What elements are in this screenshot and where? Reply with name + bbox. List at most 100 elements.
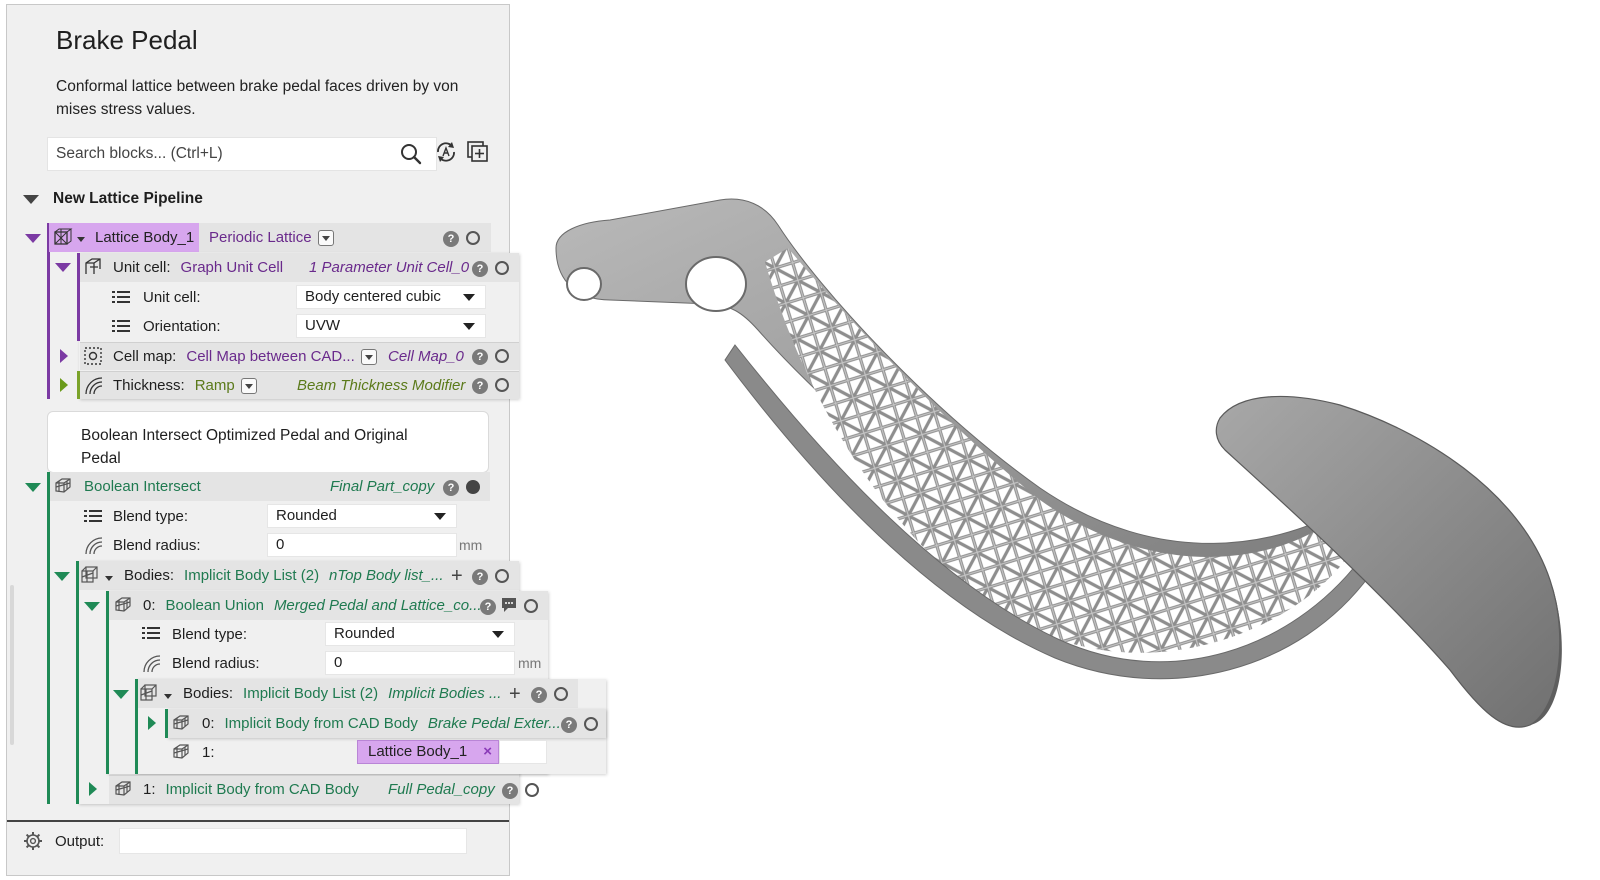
inner-item0-row[interactable]: 0: Implicit Body from CAD Body Brake Ped…	[202, 709, 561, 738]
visibility-toggle-icon[interactable]	[466, 231, 480, 245]
ramp-icon	[143, 655, 161, 673]
boolean-collapse-icon[interactable]	[25, 483, 41, 492]
boolean-intersect-row[interactable]: Boolean Intersect	[84, 472, 201, 501]
block-editor-panel: Brake Pedal Conformal lattice between br…	[6, 4, 606, 876]
help-icon[interactable]: ?	[480, 599, 496, 615]
collapse-caret-icon[interactable]	[23, 194, 39, 204]
pushrod-hole	[685, 256, 747, 312]
ramp-icon	[85, 377, 103, 395]
union-blend-radius-input[interactable]: 0	[325, 651, 515, 675]
boolean-union-row[interactable]: 0: Boolean Union Merged Pedal and Lattic…	[143, 591, 482, 620]
inner-bodies-row[interactable]: Bodies: Implicit Body List (2) Implicit …	[183, 679, 501, 708]
pivot-hole	[566, 267, 602, 301]
output-input[interactable]	[119, 828, 467, 854]
blend-type-label: Blend type:	[113, 508, 189, 525]
help-icon[interactable]: ?	[472, 378, 488, 394]
pipeline-header[interactable]: New Lattice Pipeline	[23, 187, 203, 211]
unit-cell-collapse-icon[interactable]	[55, 263, 71, 272]
body-list-icon	[81, 566, 98, 583]
cell-map-expand-icon[interactable]	[60, 349, 68, 363]
help-icon[interactable]: ?	[472, 349, 488, 365]
lattice-collapse-icon[interactable]	[25, 234, 41, 243]
unit-cell-select[interactable]: Body centered cubic	[296, 285, 486, 309]
list-icon	[112, 320, 130, 332]
lattice-block-header[interactable]: Lattice Body_1	[95, 223, 194, 252]
chevron-down-icon	[463, 323, 475, 330]
item0-expand-icon[interactable]	[148, 716, 156, 730]
visibility-toggle-icon[interactable]	[495, 378, 509, 392]
union-blend-type-select[interactable]: Rounded	[325, 622, 515, 646]
add-icon[interactable]: +	[451, 566, 463, 586]
cad-body-icon	[173, 715, 189, 730]
output-row: Output:	[7, 820, 509, 860]
lattice-type-dropdown-icon[interactable]	[77, 237, 85, 242]
orientation-select[interactable]: UVW	[296, 314, 486, 338]
remove-icon[interactable]: ×	[483, 741, 492, 763]
thickness-row[interactable]: Thickness: Ramp	[113, 371, 257, 400]
blend-radius-input[interactable]: 0	[267, 533, 457, 557]
thickness-expand-icon[interactable]	[60, 378, 68, 392]
blend-radius-label: Blend radius:	[113, 537, 201, 554]
note-card[interactable]: Boolean Intersect Optimized Pedal and Or…	[47, 411, 489, 473]
cad-body-icon	[173, 744, 189, 759]
help-icon[interactable]: ?	[443, 231, 459, 247]
comment-icon[interactable]	[500, 596, 518, 614]
bodies-collapse-icon[interactable]	[54, 572, 70, 581]
bodies-ref: nTop Body list_...	[329, 567, 444, 584]
3d-viewport[interactable]	[520, 0, 1600, 880]
auto-update-icon[interactable]	[433, 139, 459, 165]
add-icon[interactable]: +	[509, 684, 521, 704]
help-icon[interactable]: ?	[502, 783, 518, 799]
boolean-union-icon	[115, 597, 131, 612]
inner-bodies-type: Implicit Body List (2)	[243, 685, 379, 702]
list-icon	[112, 291, 130, 303]
thickness-type-select[interactable]	[240, 377, 257, 394]
cell-map-type: Cell Map between CAD...	[186, 348, 355, 365]
inner-item0-index: 0:	[202, 715, 215, 732]
outer-item1-row[interactable]: 1: Implicit Body from CAD Body	[143, 775, 359, 804]
inner-bodies-label: Bodies:	[183, 685, 234, 702]
pipeline-label: New Lattice Pipeline	[53, 190, 203, 207]
panel-scrollbar[interactable]	[10, 585, 14, 745]
page-title: Brake Pedal	[56, 25, 198, 55]
boolean-block-bar	[47, 472, 50, 804]
body-list-icon	[140, 684, 157, 701]
help-icon[interactable]: ?	[443, 480, 459, 496]
item1-expand-icon[interactable]	[89, 782, 97, 796]
search-input[interactable]	[48, 138, 388, 170]
lattice-body-reference-chip[interactable]: Lattice Body_1 ×	[357, 740, 499, 764]
cell-map-type-select[interactable]	[360, 348, 377, 365]
visibility-toggle-icon[interactable]	[495, 569, 509, 583]
unit-cell-icon	[85, 258, 101, 274]
visibility-toggle-icon[interactable]	[495, 349, 509, 363]
cell-map-label: Cell map:	[113, 348, 177, 365]
help-icon[interactable]: ?	[472, 569, 488, 585]
inner-bodies-collapse-icon[interactable]	[113, 690, 129, 699]
cell-map-ref: Cell Map_0	[388, 348, 464, 365]
list-icon	[142, 627, 160, 639]
help-icon[interactable]: ?	[472, 261, 488, 277]
bodies-label: Bodies:	[124, 567, 175, 584]
notebook-description: Conformal lattice between brake pedal fa…	[56, 78, 459, 118]
search-icon[interactable]	[398, 141, 424, 167]
inner-item0-name: Implicit Body from CAD Body	[224, 715, 418, 732]
chevron-down-icon	[492, 631, 504, 638]
unit-cell-row[interactable]: Unit cell: Graph Unit Cell	[113, 253, 283, 282]
blend-type-select[interactable]: Rounded	[267, 504, 457, 528]
bodies-row[interactable]: Bodies: Implicit Body List (2)	[124, 561, 319, 590]
cell-map-row[interactable]: Cell map: Cell Map between CAD...	[113, 342, 377, 371]
visibility-toggle-icon[interactable]	[495, 261, 509, 275]
output-gear-icon	[24, 832, 42, 850]
add-block-icon[interactable]	[465, 139, 491, 165]
unit-cell-ref: 1 Parameter Unit Cell_0	[309, 259, 470, 276]
output-label: Output:	[55, 833, 105, 850]
bodies-type-dropdown-icon[interactable]	[105, 576, 113, 581]
note-text: Boolean Intersect Optimized Pedal and Or…	[81, 427, 408, 467]
chevron-down-icon	[434, 513, 446, 520]
ramp-icon	[85, 537, 103, 555]
visibility-toggle-icon[interactable]	[466, 480, 480, 494]
union-collapse-icon[interactable]	[84, 602, 100, 611]
lattice-type-select[interactable]	[317, 229, 334, 246]
lattice-body-icon	[54, 228, 73, 245]
inner-bodies-type-dropdown-icon[interactable]	[164, 694, 172, 699]
